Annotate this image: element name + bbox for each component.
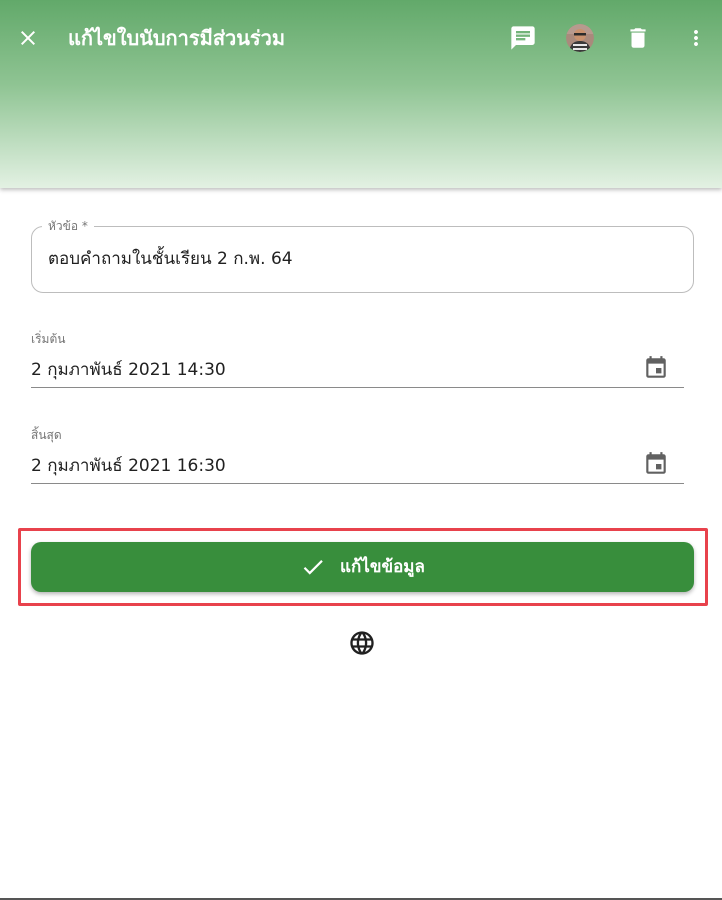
user-avatar (566, 24, 594, 52)
start-date-label: เริ่มต้น (31, 332, 66, 346)
delete-button[interactable] (616, 16, 660, 60)
avatar-button[interactable] (558, 16, 602, 60)
end-date-label: สิ้นสุด (31, 428, 62, 442)
globe-icon (350, 631, 374, 655)
calendar-icon (646, 452, 666, 474)
start-date-field[interactable]: เริ่มต้น 2 กุมภาพันธ์ 2021 14:30 (31, 330, 684, 388)
save-button[interactable]: แก้ไขข้อมูล (31, 542, 694, 592)
title-field[interactable]: หัวข้อ * ตอบคำถามในชั้นเรียน 2 ก.พ. 64 (31, 218, 694, 293)
language-button[interactable] (348, 629, 376, 657)
trash-icon (630, 28, 646, 48)
page-title: แก้ไขใบนับการมีส่วนร่วม (68, 26, 286, 50)
end-date-picker-button[interactable] (642, 450, 670, 478)
title-field-label: หัวข้อ * (42, 218, 94, 234)
check-icon (303, 560, 323, 575)
app-bar: แก้ไขใบนับการมีส่วนร่วม (0, 0, 722, 188)
save-button-label: แก้ไขข้อมูล (340, 557, 425, 577)
more-options-button[interactable] (674, 16, 718, 60)
page: แก้ไขใบนับการมีส่วนร่วม หัวข้อ * ตอบคำถา… (0, 0, 722, 900)
start-date-value[interactable]: 2 กุมภาพันธ์ 2021 14:30 (31, 358, 226, 382)
end-date-value[interactable]: 2 กุมภาพันธ์ 2021 16:30 (31, 454, 226, 478)
chat-icon (511, 26, 535, 50)
calendar-icon (646, 356, 666, 378)
title-field-value[interactable]: ตอบคำถามในชั้นเรียน 2 ก.พ. 64 (48, 247, 293, 271)
more-vert-icon (694, 30, 698, 46)
end-date-field[interactable]: สิ้นสุด 2 กุมภาพันธ์ 2021 16:30 (31, 426, 684, 484)
start-date-picker-button[interactable] (642, 354, 670, 382)
close-button[interactable] (6, 16, 50, 60)
close-icon (21, 31, 35, 45)
chat-button[interactable] (501, 16, 545, 60)
